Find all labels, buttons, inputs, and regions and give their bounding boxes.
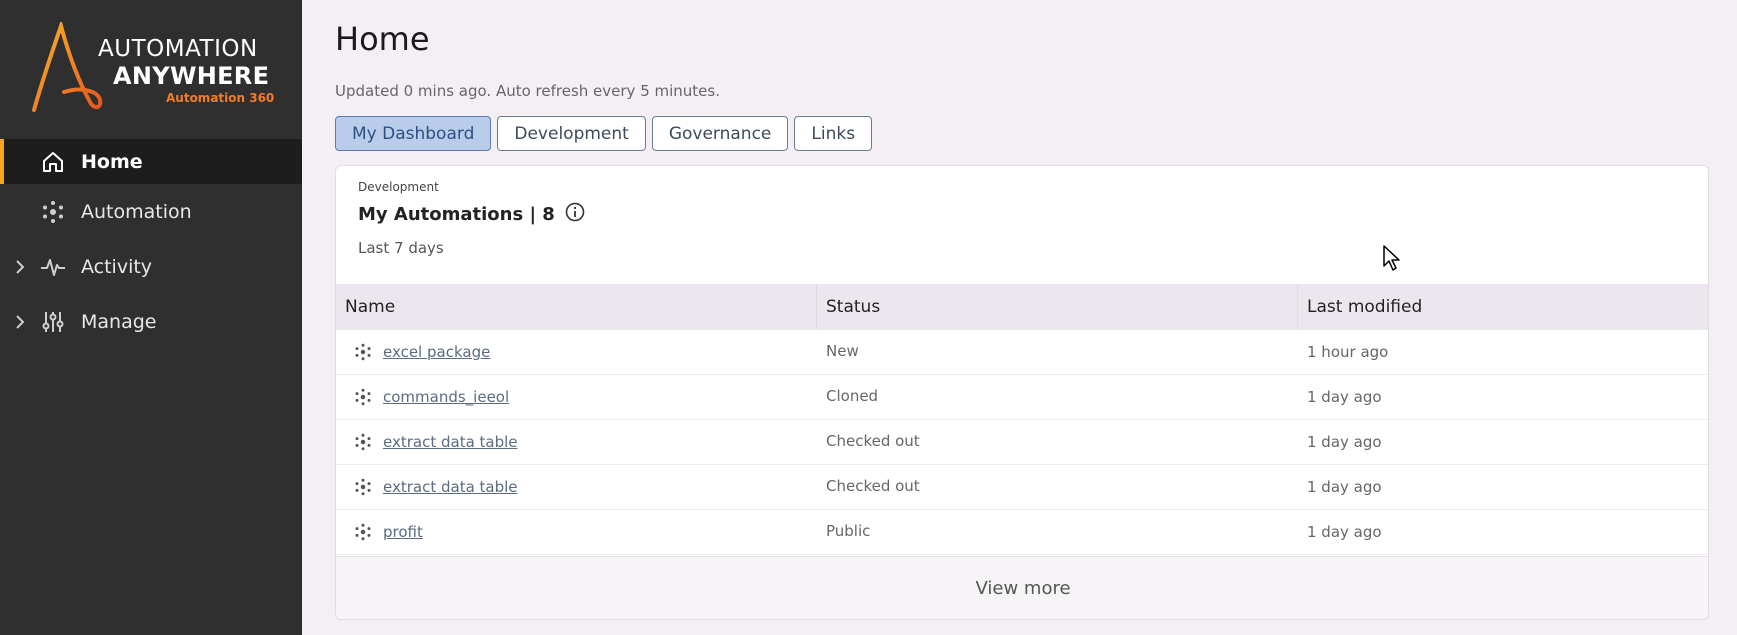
status-cell: Checked out (826, 476, 920, 495)
card-section-label: Development (358, 180, 439, 194)
name-cell: extract data table (336, 465, 817, 509)
tab-links[interactable]: Links (794, 116, 873, 151)
automation-anywhere-logo-icon (32, 22, 103, 112)
name-cell: profit (336, 510, 817, 554)
bot-icon (353, 522, 373, 542)
bot-icon (353, 477, 373, 497)
modified-cell: 1 day ago (1307, 433, 1382, 451)
automation-link[interactable]: profit (383, 523, 423, 541)
chevron-right-icon[interactable] (12, 257, 28, 277)
main-content: Home Updated 0 mins ago. Auto refresh ev… (302, 0, 1737, 635)
my-automations-card: Development My Automations | 8 Last 7 da… (335, 165, 1709, 620)
sliders-icon (40, 309, 66, 335)
automations-table: Name Status Last modified excel package … (336, 284, 1708, 555)
table-row: profit Public 1 day ago (336, 510, 1708, 555)
tab-governance[interactable]: Governance (651, 116, 789, 151)
modified-cell: 1 day ago (1307, 388, 1382, 406)
bot-icon (353, 342, 373, 362)
info-icon[interactable] (565, 202, 585, 227)
date-range: Last 7 days (358, 239, 444, 257)
modified-cell: 1 day ago (1307, 478, 1382, 496)
modified-cell: 1 day ago (1307, 523, 1382, 541)
bot-icon (353, 387, 373, 407)
sidebar: AUTOMATION ANYWHERE Automation 360 Home … (0, 0, 302, 635)
name-cell: extract data table (336, 420, 817, 464)
tab-my-dashboard[interactable]: My Dashboard (335, 116, 492, 151)
sidebar-item-activity[interactable]: Activity (0, 239, 302, 294)
mouse-cursor-icon (1383, 245, 1400, 271)
modified-cell: 1 hour ago (1307, 343, 1389, 361)
sidebar-item-manage[interactable]: Manage (0, 294, 302, 349)
bot-icon (40, 199, 66, 225)
table-row: excel package New 1 hour ago (336, 330, 1708, 375)
chevron-right-icon[interactable] (12, 312, 28, 332)
status-cell: Public (826, 521, 871, 540)
sidebar-nav: Home Automation Activity Manage (0, 139, 302, 349)
tab-development[interactable]: Development (497, 116, 646, 151)
status-cell: New (826, 341, 859, 360)
bot-icon (353, 432, 373, 452)
automation-link[interactable]: extract data table (383, 433, 518, 451)
automation-link[interactable]: commands_ieeol (383, 388, 509, 406)
automation-link[interactable]: extract data table (383, 478, 518, 496)
brand-line1: AUTOMATION (98, 36, 258, 62)
sidebar-item-home[interactable]: Home (0, 139, 302, 184)
table-row: extract data table Checked out 1 day ago (336, 465, 1708, 510)
column-header-last-modified[interactable]: Last modified (1298, 284, 1708, 330)
status-cell: Cloned (826, 386, 879, 405)
column-header-status[interactable]: Status (817, 284, 1298, 330)
table-row: commands_ieeol Cloned 1 day ago (336, 375, 1708, 420)
status-cell: Checked out (826, 431, 920, 450)
brand-logo[interactable]: AUTOMATION ANYWHERE Automation 360 (28, 22, 278, 117)
sidebar-item-label: Manage (81, 310, 157, 333)
brand-line2: ANYWHERE (113, 62, 270, 90)
table-row: extract data table Checked out 1 day ago (336, 420, 1708, 465)
name-cell: excel package (336, 330, 817, 374)
view-more-button[interactable]: View more (336, 556, 1708, 619)
sidebar-item-label: Activity (81, 255, 153, 278)
page-title: Home (335, 20, 430, 58)
card-heading: My Automations | 8 (358, 202, 585, 227)
brand-product: Automation 360 (166, 91, 275, 105)
table-header: Name Status Last modified (336, 284, 1708, 330)
sidebar-item-automation[interactable]: Automation (0, 184, 302, 239)
sidebar-item-label: Automation (81, 200, 192, 223)
refresh-status: Updated 0 mins ago. Auto refresh every 5… (335, 82, 720, 100)
automation-link[interactable]: excel package (383, 343, 490, 361)
home-icon (40, 149, 66, 175)
card-heading-text: My Automations | 8 (358, 204, 555, 225)
sidebar-item-label: Home (81, 150, 143, 173)
column-header-name[interactable]: Name (336, 284, 817, 330)
pulse-icon (40, 254, 66, 280)
name-cell: commands_ieeol (336, 375, 817, 419)
dashboard-tabs: My Dashboard Development Governance Link… (335, 116, 873, 151)
